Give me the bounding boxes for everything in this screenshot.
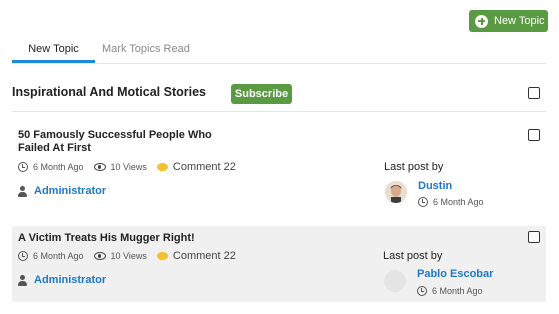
- last-post-label: Last post by: [384, 161, 444, 173]
- last-post-user[interactable]: Dustin: [418, 180, 452, 192]
- topic-meta: 6 Month Ago 10 Views Comment 22: [18, 161, 246, 173]
- topic-author: Administrator: [18, 274, 106, 286]
- new-topic-button[interactable]: New Topic: [469, 10, 548, 32]
- comment-icon: [156, 163, 168, 172]
- last-post-time: 6 Month Ago: [417, 286, 483, 296]
- select-all-checkbox[interactable]: [528, 87, 540, 99]
- comment-icon: [156, 252, 168, 261]
- forum-header: Inspirational And Motical Stories Subscr…: [12, 82, 546, 112]
- topic-title[interactable]: A Victim Treats His Mugger Right!: [18, 232, 318, 245]
- clock-icon: [18, 251, 28, 261]
- topic-views: 10 Views: [110, 162, 147, 172]
- topic-meta: 6 Month Ago 10 Views Comment 22: [18, 250, 246, 262]
- topic-author: Administrator: [18, 185, 106, 197]
- plus-circle-icon: [475, 14, 488, 28]
- last-post-age: 6 Month Ago: [433, 197, 484, 207]
- last-post-age: 6 Month Ago: [432, 286, 483, 296]
- eye-icon: [93, 252, 106, 260]
- author-link[interactable]: Administrator: [34, 185, 106, 197]
- topic-row: 50 Famously Successful People Who Failed…: [12, 120, 546, 220]
- subscribe-button[interactable]: Subscribe: [231, 84, 292, 104]
- comment-label: Comment: [172, 250, 221, 262]
- last-post-user[interactable]: Pablo Escobar: [417, 268, 493, 280]
- last-post-time: 6 Month Ago: [418, 197, 484, 207]
- topic-tabs: New Topic Mark Topics Read: [12, 40, 546, 64]
- avatar[interactable]: [384, 270, 406, 292]
- topic-age: 6 Month Ago: [33, 251, 84, 261]
- avatar[interactable]: [385, 181, 407, 203]
- comment-count: 22: [223, 250, 236, 262]
- eye-icon: [93, 163, 106, 171]
- topic-age: 6 Month Ago: [33, 162, 84, 172]
- forum-title: Inspirational And Motical Stories: [12, 85, 207, 99]
- comment-count: 22: [223, 161, 236, 173]
- topic-checkbox[interactable]: [528, 231, 540, 243]
- last-post-label: Last post by: [383, 250, 443, 262]
- topic-title[interactable]: 50 Famously Successful People Who Failed…: [18, 129, 233, 155]
- author-link[interactable]: Administrator: [34, 274, 106, 286]
- user-icon: [18, 274, 27, 286]
- clock-icon: [18, 162, 28, 172]
- tab-mark-topics-read[interactable]: Mark Topics Read: [102, 43, 190, 55]
- clock-icon: [417, 286, 427, 296]
- new-topic-button-label: New Topic: [494, 15, 545, 27]
- clock-icon: [418, 197, 428, 207]
- tab-new-topic[interactable]: New Topic: [12, 43, 95, 63]
- topic-views: 10 Views: [110, 251, 147, 261]
- comment-label: Comment: [172, 161, 221, 173]
- user-icon: [18, 185, 27, 197]
- topic-row: A Victim Treats His Mugger Right! 6 Mont…: [12, 226, 546, 302]
- topic-checkbox[interactable]: [528, 129, 540, 141]
